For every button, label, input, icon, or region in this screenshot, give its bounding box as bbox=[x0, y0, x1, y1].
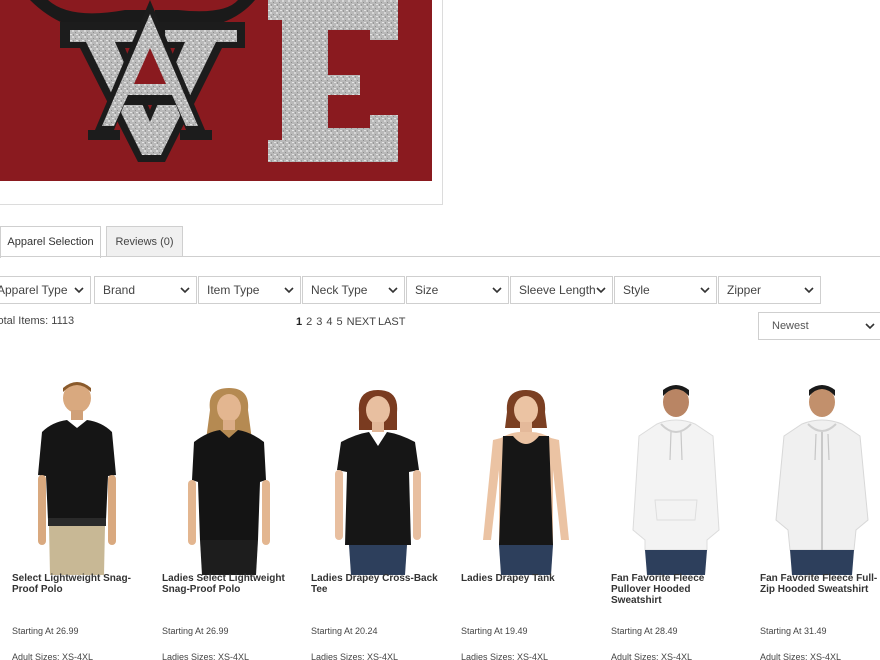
product-card[interactable]: Ladies Drapey Tank Starting At 19.49 Lad… bbox=[461, 380, 591, 660]
letter-e bbox=[268, 0, 398, 162]
product-sizes: Adult Sizes: XS-4XL bbox=[12, 652, 94, 660]
product-price: Starting At 28.49 bbox=[611, 626, 678, 636]
sort-value: Newest bbox=[772, 320, 809, 332]
filter-label: Sleeve Length bbox=[519, 283, 596, 297]
filter-label: Zipper bbox=[727, 283, 762, 297]
filter-apparel-type[interactable]: Apparel Type bbox=[0, 276, 91, 304]
chevron-down-icon bbox=[700, 287, 710, 294]
product-name[interactable]: Ladies Select Lightweight Snag-Proof Pol… bbox=[162, 573, 292, 595]
product-name[interactable]: Ladies Drapey Cross-Back Tee bbox=[311, 573, 441, 595]
product-price: Starting At 20.24 bbox=[311, 626, 378, 636]
filter-zipper[interactable]: Zipper bbox=[718, 276, 821, 304]
product-image bbox=[188, 388, 270, 575]
product-sizes: Ladies Sizes: XS-4XL bbox=[461, 652, 549, 660]
chevron-down-icon bbox=[865, 323, 875, 330]
product-image bbox=[775, 385, 869, 575]
product-price: Starting At 19.49 bbox=[461, 626, 528, 636]
page-next[interactable]: NEXT bbox=[347, 316, 376, 328]
chevron-down-icon bbox=[388, 287, 398, 294]
product-sizes: Ladies Sizes: XS-4XL bbox=[162, 652, 250, 660]
page-5[interactable]: 5 bbox=[337, 316, 343, 328]
chevron-down-icon bbox=[492, 287, 502, 294]
filter-neck-type[interactable]: Neck Type bbox=[302, 276, 405, 304]
pagination: 1 2 3 4 5 NEXT LAST bbox=[296, 316, 409, 328]
product-sizes: Adult Sizes: XS-4XL bbox=[611, 652, 693, 660]
school-logo-banner bbox=[0, 0, 432, 181]
product-name[interactable]: Ladies Drapey Tank bbox=[461, 573, 591, 584]
chevron-down-icon bbox=[596, 287, 606, 294]
filter-sleeve-length[interactable]: Sleeve Length bbox=[510, 276, 613, 304]
filter-item-type[interactable]: Item Type bbox=[198, 276, 301, 304]
page-4[interactable]: 4 bbox=[326, 316, 332, 328]
sort-select[interactable]: Newest bbox=[758, 312, 880, 340]
product-sizes: Adult Sizes: XS-4XL bbox=[760, 652, 842, 660]
product-image bbox=[38, 382, 116, 575]
filter-label: Neck Type bbox=[311, 283, 368, 297]
tab-apparel-selection[interactable]: Apparel Selection bbox=[0, 226, 101, 258]
page-3[interactable]: 3 bbox=[316, 316, 322, 328]
chevron-down-icon bbox=[284, 287, 294, 294]
product-image bbox=[483, 390, 569, 575]
product-card[interactable]: Select Lightweight Snag-Proof Polo Start… bbox=[12, 380, 142, 660]
chevron-down-icon bbox=[180, 287, 190, 294]
product-price: Starting At 26.99 bbox=[162, 626, 229, 636]
product-image bbox=[335, 390, 421, 575]
chevron-down-icon bbox=[74, 287, 84, 294]
product-price: Starting At 31.49 bbox=[760, 626, 827, 636]
page-last[interactable]: LAST bbox=[378, 316, 406, 328]
tab-bar: Apparel Selection Reviews (0) bbox=[0, 226, 880, 258]
tab-reviews[interactable]: Reviews (0) bbox=[106, 226, 183, 257]
product-name[interactable]: Fan Favorite Fleece Pullover Hooded Swea… bbox=[611, 573, 741, 606]
chevron-down-icon bbox=[804, 287, 814, 294]
product-card[interactable]: Fan Favorite Fleece Full-Zip Hooded Swea… bbox=[760, 380, 880, 660]
logo-artwork bbox=[30, 0, 398, 162]
filter-size[interactable]: Size bbox=[406, 276, 509, 304]
total-items: Total Items: 1113 bbox=[0, 315, 75, 327]
filter-label: Apparel Type bbox=[0, 283, 68, 297]
filter-brand[interactable]: Brand bbox=[94, 276, 197, 304]
filter-style[interactable]: Style bbox=[614, 276, 717, 304]
filter-label: Style bbox=[623, 283, 650, 297]
filter-label: Brand bbox=[103, 283, 136, 297]
filter-label: Size bbox=[415, 283, 439, 297]
product-image bbox=[632, 385, 720, 575]
page-2[interactable]: 2 bbox=[306, 316, 312, 328]
product-name[interactable]: Fan Favorite Fleece Full-Zip Hooded Swea… bbox=[760, 573, 880, 595]
filter-label: Item Type bbox=[207, 283, 260, 297]
product-sizes: Ladies Sizes: XS-4XL bbox=[311, 652, 399, 660]
tab-divider bbox=[0, 256, 880, 257]
page-1[interactable]: 1 bbox=[296, 316, 302, 328]
product-card[interactable]: Fan Favorite Fleece Pullover Hooded Swea… bbox=[611, 380, 741, 660]
product-card[interactable]: Ladies Select Lightweight Snag-Proof Pol… bbox=[162, 380, 292, 660]
product-card[interactable]: Ladies Drapey Cross-Back Tee Starting At… bbox=[311, 380, 441, 660]
product-name[interactable]: Select Lightweight Snag-Proof Polo bbox=[12, 573, 142, 595]
product-price: Starting At 26.99 bbox=[12, 626, 79, 636]
